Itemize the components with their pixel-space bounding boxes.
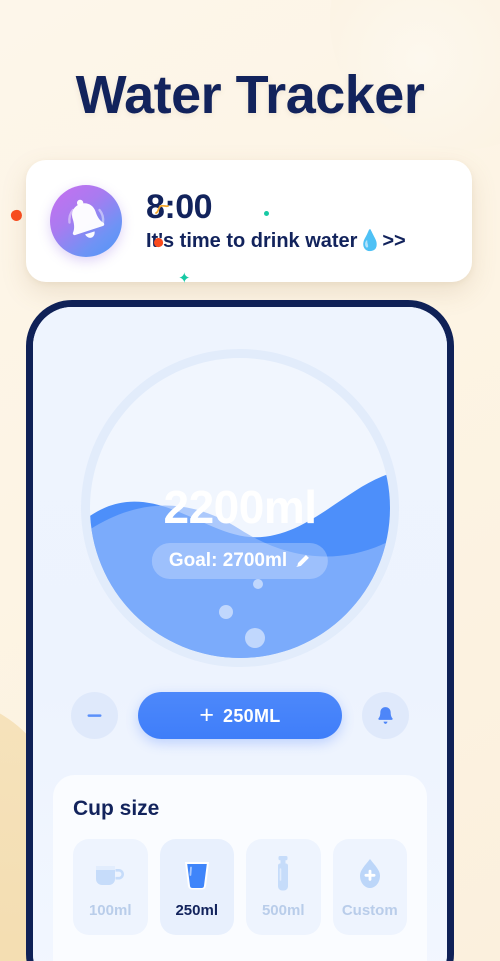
notification-message-text: It's time to drink water — [146, 230, 358, 252]
plus-icon: + — [199, 701, 215, 729]
decrease-button[interactable] — [71, 692, 118, 739]
water-drop-emoji: 💧 — [357, 230, 383, 252]
cup-option-100ml[interactable]: 100ml — [73, 839, 148, 935]
notification-time: 8:00 — [146, 188, 213, 226]
cup-size-grid: 100ml 250ml 500ml Custom — [73, 839, 407, 935]
decorative-teal-dot — [264, 211, 269, 216]
goal-edit-button[interactable]: Goal: 2700ml — [151, 543, 329, 579]
cup-option-500ml[interactable]: 500ml — [246, 839, 321, 935]
bottle-icon — [271, 854, 295, 894]
bell-icon — [68, 199, 105, 238]
pencil-icon — [296, 554, 310, 567]
water-progress-circle[interactable]: 2200ml Goal: 2700ml — [90, 358, 390, 658]
reminder-button[interactable] — [362, 692, 409, 739]
cup-icon — [180, 854, 214, 894]
cup-option-label: 500ml — [261, 902, 305, 919]
add-water-label: 250ML — [223, 705, 281, 726]
cup-option-label: 250ml — [175, 902, 219, 919]
bell-icon — [378, 707, 393, 724]
decorative-teal-star-inner: ✦ — [178, 270, 191, 287]
add-water-button[interactable]: + 250ML — [138, 692, 342, 739]
cup-option-label: 100ml — [88, 902, 132, 919]
mug-icon — [92, 854, 128, 894]
notification-avatar — [50, 185, 122, 257]
phone-frame: 2200ml Goal: 2700ml + 250ML Cup size 100… — [26, 300, 454, 961]
page-title: Water Tracker — [75, 65, 425, 125]
notification-message: It's time to drink water💧>> — [146, 228, 454, 254]
cup-option-label: Custom — [341, 902, 398, 919]
water-progress-ring: 2200ml Goal: 2700ml — [81, 349, 399, 667]
cup-size-title: Cup size — [73, 797, 160, 820]
goal-label: Goal: 2700ml — [168, 550, 288, 571]
water-bubble — [253, 579, 263, 589]
cup-option-custom[interactable]: Custom — [332, 839, 407, 935]
minus-icon — [87, 714, 102, 717]
notification-body: ✦ 8:00 It's time to drink water💧>> — [146, 188, 454, 286]
water-bubble — [219, 605, 233, 619]
water-amount-value: 2200ml — [163, 481, 317, 533]
notification-card[interactable]: ✦ 8:00 It's time to drink water💧>> — [26, 160, 472, 286]
decorative-squiggle-icon — [155, 204, 169, 214]
cup-size-panel: Cup size 100ml 250ml 500ml Custom — [53, 775, 427, 961]
action-row: + 250ML — [33, 692, 447, 739]
cup-option-250ml[interactable]: 250ml — [159, 839, 234, 935]
notification-chevrons: >> — [382, 230, 406, 252]
droplet-plus-icon — [355, 854, 385, 894]
phone-screen: 2200ml Goal: 2700ml + 250ML Cup size 100… — [33, 307, 447, 961]
water-bubble — [245, 628, 265, 648]
